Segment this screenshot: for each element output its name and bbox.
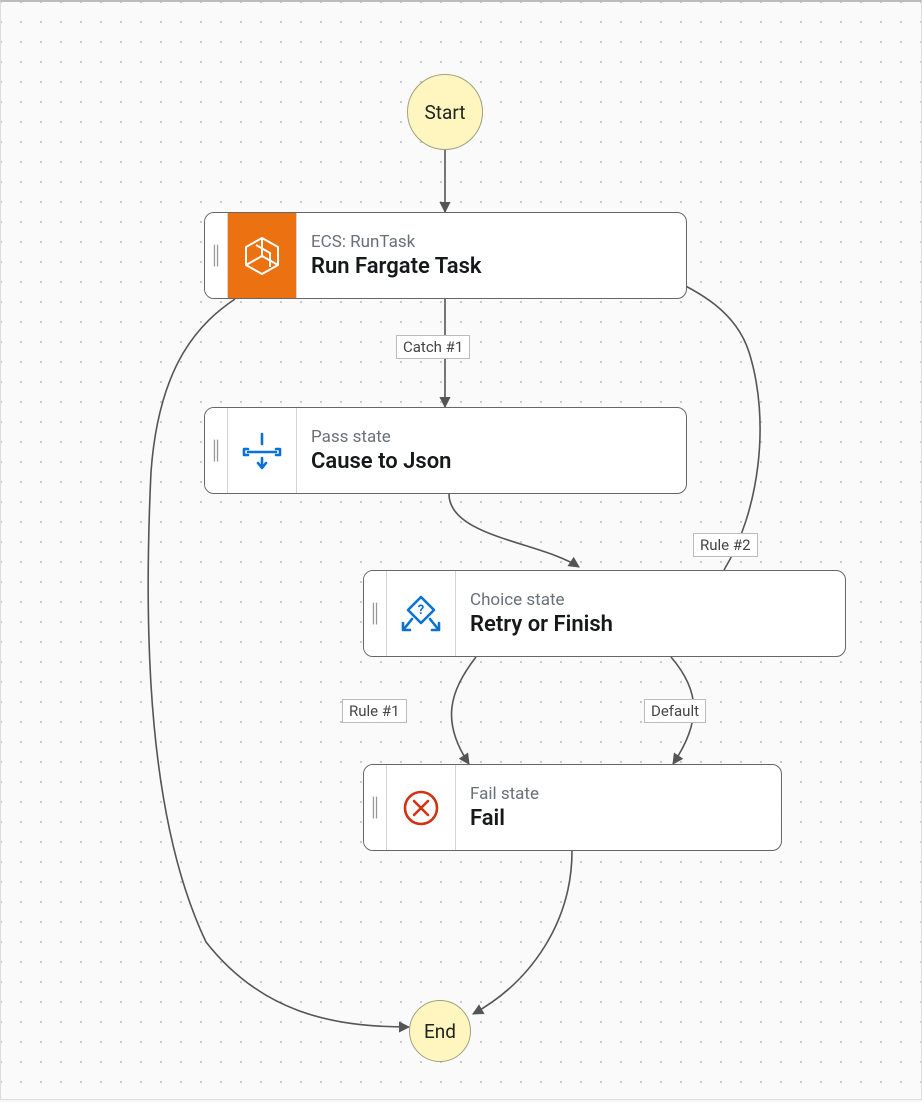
start-node[interactable]: Start: [407, 74, 483, 150]
state-run-fargate-task[interactable]: ║ ECS: RunTask Run Fargate Task: [204, 212, 687, 299]
state-subtitle: Pass state: [311, 427, 672, 447]
edge-label-rule1: Rule #1: [342, 699, 407, 723]
drag-handle[interactable]: ║: [364, 765, 387, 850]
state-fail[interactable]: ║ Fail state Fail: [363, 764, 782, 851]
state-title: Cause to Json: [311, 449, 672, 474]
edge-label-catch1: Catch #1: [396, 335, 470, 359]
svg-text:?: ?: [418, 603, 424, 618]
state-title: Run Fargate Task: [311, 254, 672, 279]
ecs-icon: [228, 213, 297, 298]
state-title: Retry or Finish: [470, 612, 831, 637]
edges-layer: [1, 2, 922, 1102]
fail-icon: [387, 765, 456, 850]
edge-label-rule2: Rule #2: [693, 533, 758, 557]
end-label: End: [424, 1020, 456, 1043]
state-title: Fail: [470, 806, 767, 831]
state-subtitle: Fail state: [470, 784, 767, 804]
workflow-canvas[interactable]: Start ║ ECS: RunTask Run Fargate Task ║: [0, 0, 922, 1100]
state-cause-to-json[interactable]: ║ Pass state Cause to Json: [204, 407, 687, 494]
drag-handle[interactable]: ║: [205, 213, 228, 298]
state-subtitle: ECS: RunTask: [311, 232, 672, 252]
edge-label-default: Default: [644, 699, 706, 723]
start-label: Start: [425, 101, 466, 124]
state-subtitle: Choice state: [470, 590, 831, 610]
choice-icon: ?: [387, 571, 456, 656]
drag-handle[interactable]: ║: [364, 571, 387, 656]
pass-icon: [228, 408, 297, 493]
state-retry-or-finish[interactable]: ║ ? Choice state Retry or Finish: [363, 570, 846, 657]
end-node[interactable]: End: [409, 1000, 471, 1062]
drag-handle[interactable]: ║: [205, 408, 228, 493]
